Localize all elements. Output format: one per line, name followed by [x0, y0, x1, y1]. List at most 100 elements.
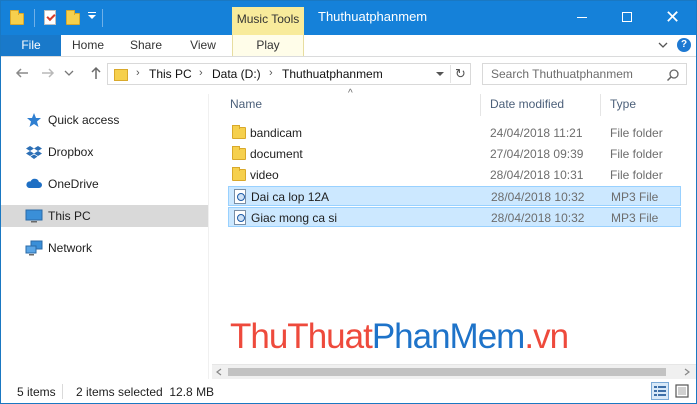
- details-view-button[interactable]: [651, 382, 669, 400]
- column-header-type[interactable]: Type: [610, 97, 636, 111]
- up-arrow-icon: [91, 66, 101, 79]
- music-tools-context-tab: Music Tools: [232, 7, 304, 35]
- search-input[interactable]: Search Thuthuatphanmem: [482, 63, 687, 85]
- file-type: File folder: [610, 168, 663, 182]
- file-date: 28/04/2018 10:32: [491, 211, 585, 225]
- address-history-dropdown-icon[interactable]: [436, 72, 444, 76]
- selection-summary: 2 items selected 12.8 MB: [76, 385, 215, 399]
- file-date: 27/04/2018 09:39: [490, 147, 584, 161]
- customize-quick-access-icon[interactable]: [88, 15, 96, 19]
- tab-play[interactable]: Play: [232, 35, 304, 56]
- maximize-icon: [622, 12, 632, 22]
- sidebar-item-label: OneDrive: [48, 177, 99, 191]
- column-separator[interactable]: [600, 94, 601, 116]
- cloud-icon: [26, 178, 42, 188]
- tab-file[interactable]: File: [1, 35, 61, 56]
- breadcrumb-separator-icon: ›: [136, 67, 140, 79]
- expand-ribbon-icon[interactable]: [658, 40, 668, 50]
- sidebar-item-label: This PC: [48, 209, 91, 223]
- sidebar-item-onedrive[interactable]: OneDrive: [1, 173, 208, 195]
- breadcrumb-separator-icon: ›: [269, 67, 273, 79]
- list-item[interactable]: bandicam 24/04/2018 11:21 File folder: [228, 123, 681, 143]
- maximize-button[interactable]: [605, 1, 650, 34]
- sidebar-item-dropbox[interactable]: Dropbox: [1, 141, 208, 163]
- chevron-down-icon: [64, 70, 74, 76]
- list-item[interactable]: video 28/04/2018 10:31 File folder: [228, 165, 681, 185]
- column-header-date-modified[interactable]: Date modified: [490, 97, 564, 111]
- star-icon: [27, 113, 41, 127]
- list-item[interactable]: document 27/04/2018 09:39 File folder: [228, 144, 681, 164]
- computer-icon: [25, 209, 43, 223]
- mp3-file-icon: [234, 210, 246, 225]
- title-bar: Music Tools Thuthuatphanmem ✕: [1, 1, 696, 35]
- window-title: Thuthuatphanmem: [318, 9, 428, 24]
- minimize-button[interactable]: [560, 1, 605, 34]
- file-date: 24/04/2018 11:21: [490, 126, 583, 140]
- tab-home[interactable]: Home: [63, 35, 113, 56]
- sidebar-item-quick-access[interactable]: Quick access: [1, 109, 208, 131]
- status-separator: [62, 384, 63, 399]
- file-type: File folder: [610, 126, 663, 140]
- navigation-pane-divider[interactable]: [208, 94, 209, 379]
- close-icon: ✕: [665, 7, 681, 27]
- forward-button[interactable]: [39, 65, 57, 83]
- file-name: Giac mong ca si: [251, 211, 338, 225]
- list-item[interactable]: Giac mong ca si 28/04/2018 10:32 MP3 Fil…: [228, 207, 681, 227]
- tab-share[interactable]: Share: [121, 35, 171, 56]
- folder-icon: [232, 167, 246, 181]
- file-type: MP3 File: [611, 190, 659, 204]
- sidebar-item-label: Quick access: [48, 113, 120, 127]
- back-arrow-icon: [15, 68, 28, 78]
- dropbox-icon: [26, 146, 42, 159]
- column-separator[interactable]: [480, 94, 481, 116]
- search-icon: [666, 69, 679, 82]
- sort-ascending-icon: ^: [348, 88, 353, 99]
- explorer-window: Music Tools Thuthuatphanmem ✕ File Home …: [0, 0, 697, 404]
- breadcrumb-data-d[interactable]: Data (D:): [212, 67, 261, 81]
- properties-icon[interactable]: [44, 9, 58, 27]
- watermark-part-3: .vn: [524, 317, 569, 356]
- sidebar-item-network[interactable]: Network: [1, 237, 208, 259]
- scroll-right-icon[interactable]: [683, 368, 691, 376]
- breadcrumb-separator-icon: ›: [199, 67, 203, 79]
- navigation-pane: Quick access Dropbox OneDrive This PC Ne…: [1, 94, 211, 379]
- close-button[interactable]: ✕: [650, 1, 695, 34]
- minimize-icon: [577, 17, 587, 18]
- customize-quick-access-line: [88, 12, 96, 13]
- breadcrumb-this-pc[interactable]: This PC: [149, 67, 192, 81]
- file-date: 28/04/2018 10:32: [491, 190, 585, 204]
- column-header-name[interactable]: Name: [230, 97, 262, 111]
- mp3-file-icon: [234, 189, 246, 204]
- file-name: video: [250, 168, 279, 182]
- watermark-part-1: ThuThuat: [230, 317, 373, 356]
- scroll-left-icon[interactable]: [215, 368, 223, 376]
- recent-locations-button[interactable]: [63, 65, 75, 83]
- folder-icon: [9, 9, 25, 27]
- scrollbar-thumb[interactable]: [228, 368, 666, 376]
- new-folder-icon[interactable]: [65, 9, 81, 27]
- folder-icon: [114, 69, 128, 81]
- file-name: document: [250, 147, 303, 161]
- help-icon[interactable]: ?: [677, 38, 691, 52]
- sidebar-item-this-pc[interactable]: This PC: [1, 205, 208, 227]
- status-bar: 5 items 2 items selected 12.8 MB: [1, 379, 696, 403]
- tab-view[interactable]: View: [178, 35, 228, 56]
- file-type: MP3 File: [611, 211, 659, 225]
- breadcrumb-thuthuatphanmem[interactable]: Thuthuatphanmem: [282, 67, 383, 81]
- sidebar-item-label: Network: [48, 241, 93, 255]
- address-bar[interactable]: › This PC › Data (D:) › Thuthuatphanmem …: [107, 63, 471, 85]
- network-icon: [25, 240, 43, 256]
- sidebar-item-label: Dropbox: [48, 145, 94, 159]
- large-icons-view-icon: [675, 384, 689, 398]
- large-icons-view-button[interactable]: [673, 382, 691, 400]
- horizontal-scrollbar[interactable]: [212, 364, 696, 379]
- up-button[interactable]: [87, 65, 105, 83]
- folder-icon: [232, 146, 246, 160]
- list-item[interactable]: Dai ca lop 12A 28/04/2018 10:32 MP3 File: [228, 186, 681, 206]
- refresh-button[interactable]: ↻: [450, 65, 470, 83]
- folder-icon: [232, 125, 246, 139]
- back-button[interactable]: [13, 65, 31, 83]
- forward-arrow-icon: [42, 68, 55, 78]
- file-name: bandicam: [250, 126, 303, 140]
- ribbon-tabs: File Home Share View Play ?: [1, 35, 696, 57]
